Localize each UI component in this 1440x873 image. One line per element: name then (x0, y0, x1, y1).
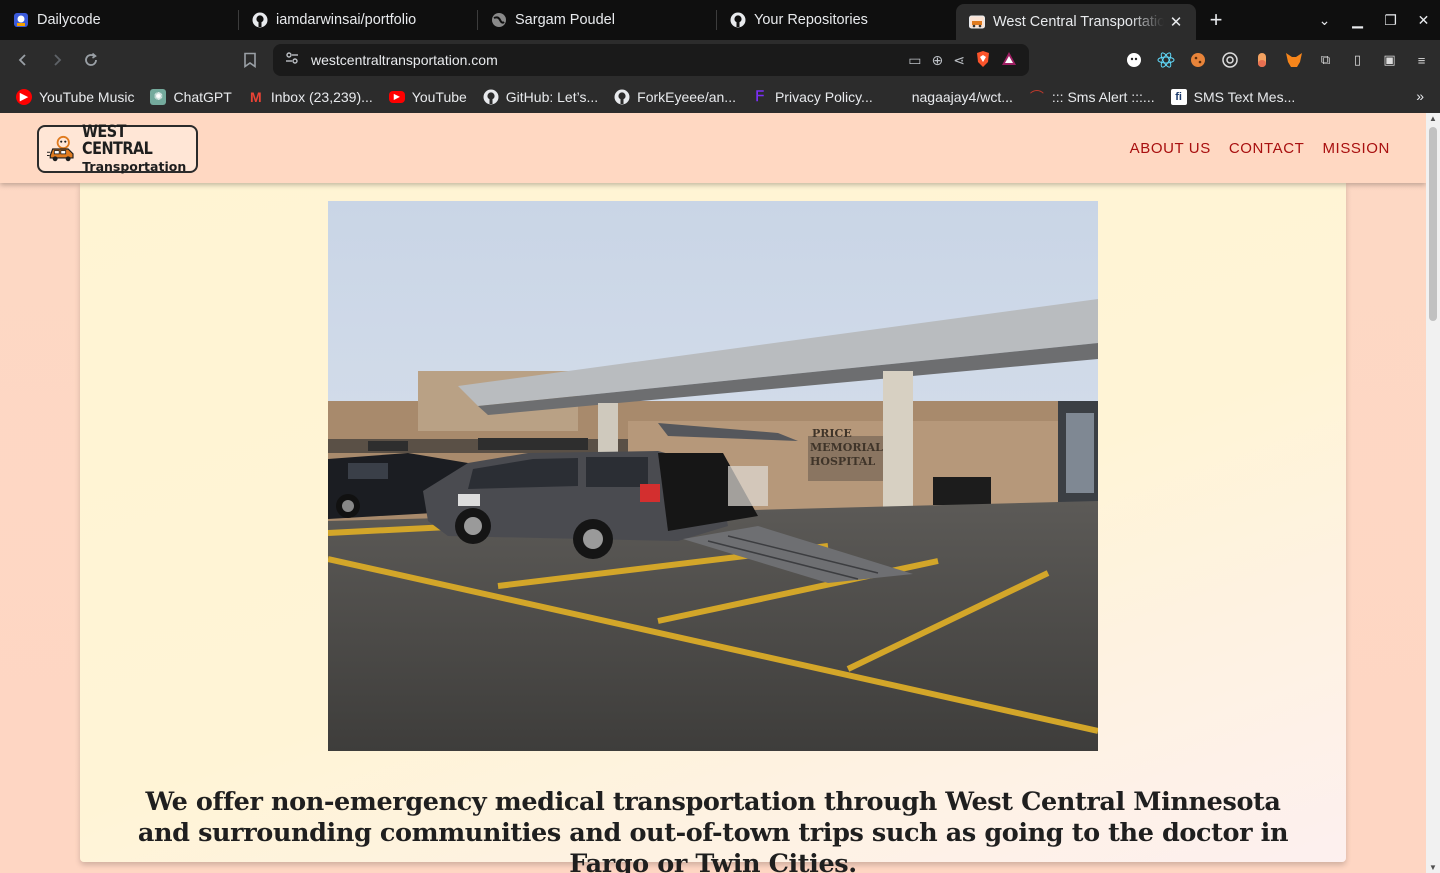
page-scrollbar[interactable]: ▲ ▼ (1426, 113, 1440, 873)
car-logo-icon (47, 135, 74, 162)
tab-title: Sargam Poudel (515, 12, 615, 28)
main-nav: ABOUT US CONTACT MISSION (1130, 113, 1390, 183)
share-icon[interactable]: ⋖ (953, 52, 965, 69)
minimize-icon[interactable]: ▁ (1341, 12, 1374, 29)
reload-icon[interactable] (74, 43, 108, 77)
scroll-down-icon[interactable]: ▼ (1426, 863, 1440, 872)
bookmark-label: YouTube (411, 88, 467, 105)
bookmark-youtube-music[interactable]: ▶ YouTube Music (8, 88, 142, 105)
github-icon (889, 89, 905, 105)
globe-icon (490, 12, 507, 29)
bookmarks-bar: ▶ YouTube Music ✺ ChatGPT M Inbox (23,23… (0, 80, 1440, 113)
cookie-icon[interactable] (1187, 50, 1208, 71)
tab-west-central[interactable]: West Central Transportation ✕ (956, 4, 1196, 40)
dailycode-icon (12, 12, 29, 29)
bookmark-label: Privacy Policy... (774, 88, 873, 105)
gmail-icon: M (249, 88, 262, 105)
menu-icon[interactable]: ≡ (1411, 50, 1432, 71)
brave-rewards-icon[interactable] (1001, 51, 1017, 70)
cast-icon[interactable]: ▭ (908, 52, 921, 69)
service-description: We offer non-emergency medical transport… (137, 787, 1289, 873)
tab-dailycode[interactable]: Dailycode (0, 0, 239, 40)
bookmark-chatgpt[interactable]: ✺ ChatGPT (142, 88, 239, 105)
tab-portfolio[interactable]: iamdarwinsai/portfolio (239, 0, 478, 40)
brave-shield-icon[interactable] (975, 50, 991, 71)
chatgpt-icon: ✺ (150, 88, 167, 105)
hero-photo: PRICE MEMORIAL HOSPITAL (328, 201, 1098, 751)
wallet-icon[interactable]: ▣ (1379, 50, 1400, 71)
new-tab-button[interactable]: + (1198, 2, 1234, 38)
bookmark-label: ForkEyeee/an... (637, 88, 736, 105)
github-icon (729, 12, 746, 29)
extension-icon[interactable] (1123, 50, 1144, 71)
bookmark-nagaajay[interactable]: nagaajay4/wct... (881, 89, 1021, 105)
puzzle-extensions-icon[interactable]: ⧉ (1315, 50, 1336, 71)
site-header: WEST CENTRAL Transportation ABOUT US CON… (0, 113, 1426, 183)
sms-alert-icon: ⌒ (1029, 88, 1044, 105)
address-bar[interactable]: westcentraltransportation.com ▭ ⊕ ⋖ (273, 44, 1029, 76)
bookmark-label: ChatGPT (173, 88, 232, 105)
youtube-music-icon: ▶ (16, 88, 32, 105)
bookmark-sms-text[interactable]: fi SMS Text Mes... (1163, 88, 1304, 105)
tab-strip: Dailycode iamdarwinsai/portfolio Sargam … (0, 0, 1440, 40)
github-icon (614, 89, 630, 105)
tab-title: Your Repositories (754, 12, 868, 28)
back-icon[interactable] (6, 43, 40, 77)
extensions-bar: ⧉ ▯ ▣ ≡ (1123, 40, 1432, 80)
site-logo[interactable]: WEST CENTRAL Transportation (37, 122, 198, 175)
site-icon (968, 14, 985, 31)
nav-contact[interactable]: CONTACT (1229, 140, 1305, 157)
forward-icon[interactable] (40, 43, 74, 77)
window-controls: ⌄ ▁ ❐ ✕ (1308, 0, 1440, 40)
url-text[interactable]: westcentraltransportation.com (311, 52, 498, 68)
web-page: WEST CENTRAL Transportation ABOUT US CON… (0, 113, 1426, 873)
close-window-icon[interactable]: ✕ (1407, 12, 1440, 29)
bookmark-label: nagaajay4/wct... (911, 88, 1013, 105)
sms-icon: fi (1170, 88, 1187, 105)
tab-repositories[interactable]: Your Repositories (717, 0, 956, 40)
bookmark-github[interactable]: GitHub: Let’s... (475, 89, 606, 105)
restore-icon[interactable]: ❐ (1374, 12, 1407, 29)
scrollbar-thumb[interactable] (1429, 127, 1437, 321)
github-icon (251, 12, 268, 29)
nav-about-us[interactable]: ABOUT US (1130, 140, 1211, 157)
zoom-icon[interactable]: ⊕ (932, 52, 944, 69)
tab-title: iamdarwinsai/portfolio (276, 12, 417, 28)
site-info-icon[interactable] (285, 51, 299, 70)
hero-card: PRICE MEMORIAL HOSPITAL We offer non-eme… (80, 183, 1346, 873)
bookmark-privacy-policy[interactable]: ᖴ Privacy Policy... (744, 88, 881, 105)
bookmark-sms-alert[interactable]: ⌒ ::: Sms Alert :::... (1021, 89, 1163, 105)
react-devtools-icon[interactable] (1155, 50, 1176, 71)
bookmark-label: ::: Sms Alert :::... (1051, 88, 1155, 105)
capsule-icon[interactable] (1251, 50, 1272, 71)
bookmark-youtube[interactable]: ▶ YouTube (381, 89, 475, 105)
bookmark-icon[interactable] (233, 43, 267, 77)
github-icon (483, 89, 499, 105)
more-bookmarks-icon[interactable]: » (1416, 88, 1424, 104)
logo-title: WEST CENTRAL (82, 122, 153, 160)
bookmark-label: GitHub: Let’s... (505, 88, 599, 105)
tab-search-icon[interactable]: ⌄ (1308, 12, 1341, 29)
bookmark-label: Inbox (23,239)... (270, 88, 373, 105)
close-tab-icon[interactable]: ✕ (1168, 14, 1184, 31)
scroll-up-icon[interactable]: ▲ (1426, 114, 1440, 123)
metamask-icon[interactable] (1283, 50, 1304, 71)
bookmark-gmail[interactable]: M Inbox (23,239)... (240, 89, 381, 105)
target-icon[interactable] (1219, 50, 1240, 71)
bookmark-label: SMS Text Mes... (1193, 88, 1296, 105)
nav-mission[interactable]: MISSION (1322, 140, 1390, 157)
youtube-icon: ▶ (388, 90, 405, 103)
sidebar-icon[interactable]: ▯ (1347, 50, 1368, 71)
logo-subtitle: Transportation (82, 159, 187, 175)
tab-title: West Central Transportation (993, 14, 1164, 30)
bookmark-forkeyeee[interactable]: ForkEyeee/an... (606, 89, 744, 105)
policy-icon: ᖴ (755, 88, 765, 104)
tab-title: Dailycode (37, 12, 101, 28)
bookmark-label: YouTube Music (39, 88, 135, 105)
tab-sargam[interactable]: Sargam Poudel (478, 0, 717, 40)
